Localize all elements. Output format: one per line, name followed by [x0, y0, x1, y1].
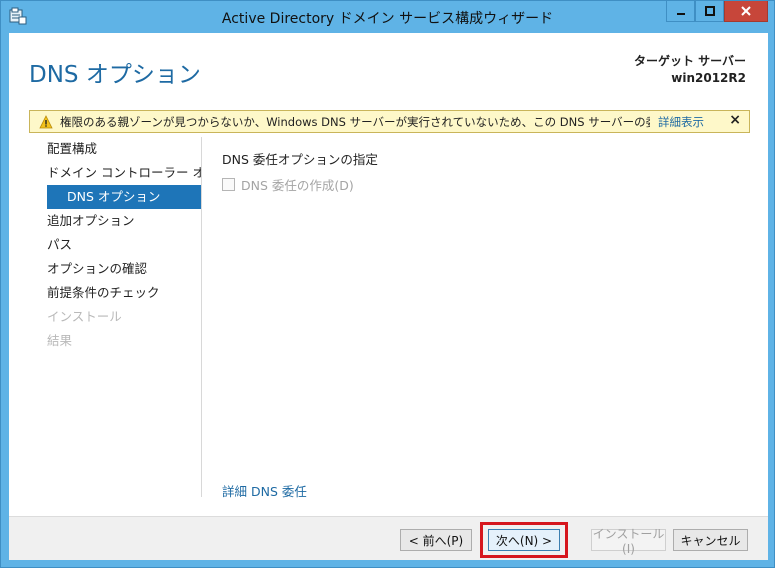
- nav-item-dc-options[interactable]: ドメイン コントローラー オプ…: [29, 161, 201, 185]
- nav-item-deployment-config[interactable]: 配置構成: [29, 137, 201, 161]
- install-button: インストール(I): [591, 526, 666, 556]
- warning-icon: [39, 114, 53, 128]
- advanced-dns-delegation-link[interactable]: 詳細 DNS 委任: [222, 481, 307, 500]
- delegation-section-label: DNS 委任オプションの指定: [222, 152, 378, 167]
- create-dns-delegation-option: DNS 委任の作成(D): [222, 175, 378, 194]
- minimize-icon: [676, 13, 685, 15]
- nav-item-results: 結果: [47, 333, 73, 348]
- target-server-label: ターゲット サーバー: [633, 54, 746, 68]
- title-bar[interactable]: Active Directory ドメイン サービス構成ウィザード: [1, 1, 774, 33]
- warning-close-icon[interactable]: ×: [729, 112, 741, 128]
- create-dns-delegation-checkbox: [222, 178, 235, 191]
- target-server-name: win2012R2: [671, 71, 746, 85]
- wizard-client-area: DNS オプション ターゲット サーバー win2012R2 権限のある親ゾーン…: [9, 33, 768, 560]
- nav-item-paths[interactable]: パス: [29, 233, 201, 257]
- cancel-button[interactable]: キャンセル: [673, 529, 748, 551]
- page-title: DNS オプション: [29, 62, 201, 88]
- maximize-button[interactable]: [695, 1, 724, 22]
- warning-bar: 権限のある親ゾーンが見つからないか、Windows DNS サーバーが実行されて…: [29, 110, 750, 133]
- close-icon: [741, 6, 751, 16]
- nav-item-installation: インストール: [47, 309, 122, 324]
- wizard-window: Active Directory ドメイン サービス構成ウィザード DNS オプ…: [0, 0, 775, 568]
- warning-text: 権限のある親ゾーンが見つからないか、Windows DNS サーバーが実行されて…: [60, 114, 650, 129]
- dns-options-panel: DNS 委任オプションの指定 DNS 委任の作成(D): [222, 149, 378, 194]
- nav-item-prerequisites-check[interactable]: 前提条件のチェック: [29, 281, 201, 305]
- nav-item-review-options[interactable]: オプションの確認: [29, 257, 201, 281]
- previous-button[interactable]: < 前へ(P): [400, 529, 472, 551]
- nav-item-dns-options[interactable]: DNS オプション: [47, 185, 201, 209]
- nav-divider: [201, 137, 202, 497]
- wizard-footer: < 前へ(P) 次へ(N) > インストール(I) キャンセル: [9, 516, 768, 560]
- wizard-nav: 配置構成 ドメイン コントローラー オプ… DNS オプション 追加オプション …: [29, 137, 201, 353]
- show-details-link[interactable]: 詳細表示: [658, 114, 704, 130]
- next-button-highlight: [480, 522, 568, 558]
- target-server: ターゲット サーバー win2012R2: [634, 53, 746, 87]
- window-title: Active Directory ドメイン サービス構成ウィザード: [221, 11, 554, 27]
- nav-item-additional-options[interactable]: 追加オプション: [29, 209, 201, 233]
- maximize-icon: [704, 6, 715, 16]
- close-button[interactable]: [724, 1, 768, 22]
- minimize-button[interactable]: [666, 1, 695, 22]
- create-dns-delegation-label: DNS 委任の作成(D): [241, 178, 354, 193]
